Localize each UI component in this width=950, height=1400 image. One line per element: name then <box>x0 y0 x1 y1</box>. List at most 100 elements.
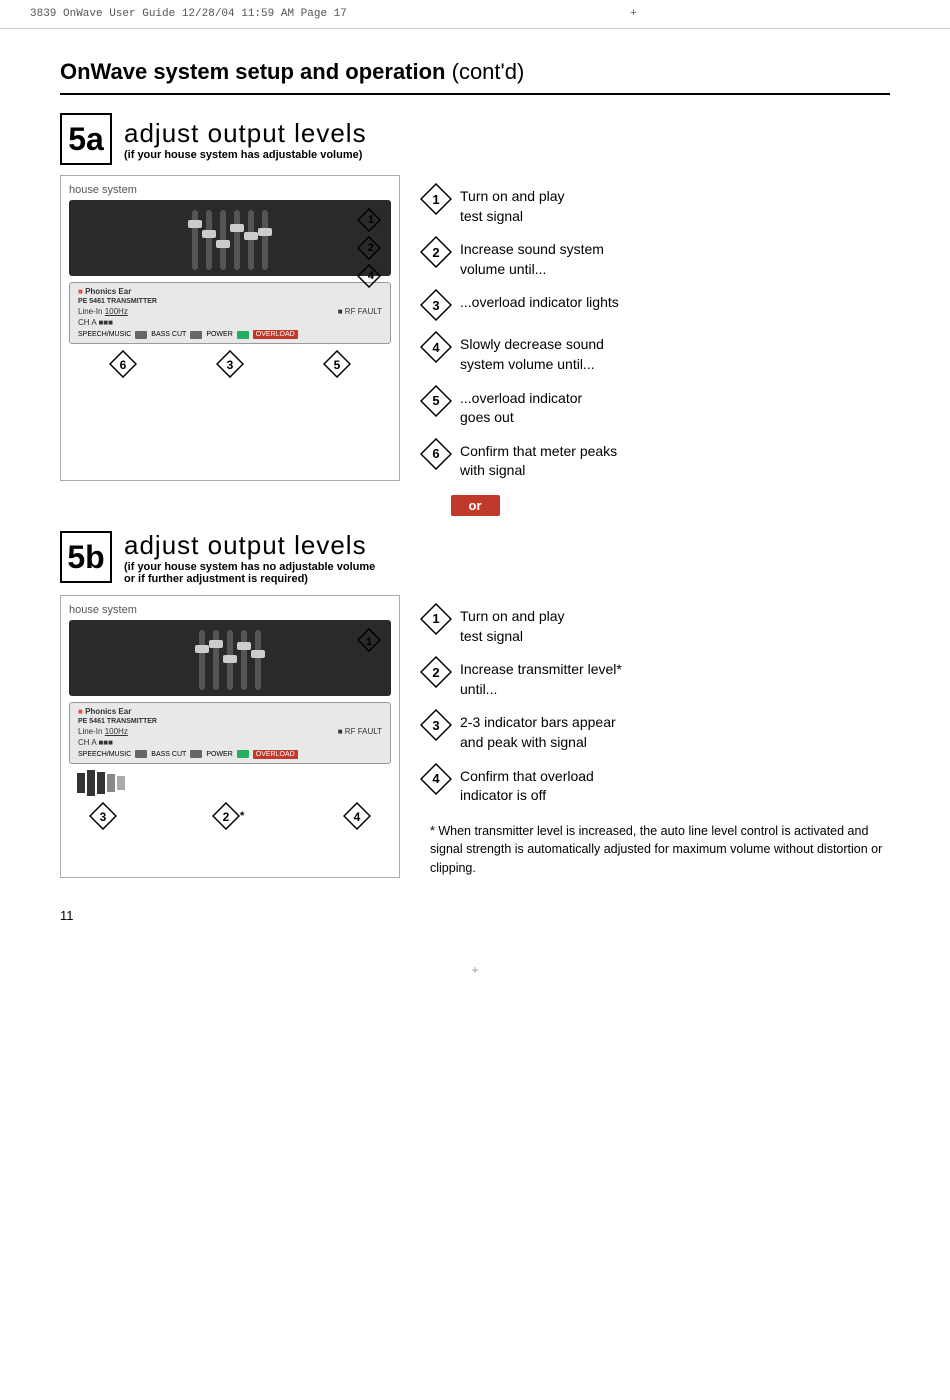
bar-5 <box>117 776 125 790</box>
step-5b-3-text: 2-3 indicator bars appearand peak with s… <box>460 709 616 752</box>
step-5b-1: 1 Turn on and playtest signal <box>420 603 890 646</box>
fader-6-knob <box>258 228 272 236</box>
step-5a-5-num: 5 <box>432 393 439 408</box>
device-info-5b: Line-In 100Hz ■ RF FAULT <box>78 727 382 736</box>
file-header: 3839 OnWave User Guide 12/28/04 11:59 AM… <box>0 0 950 29</box>
svg-text:2: 2 <box>223 810 230 824</box>
mixer-faders-5b <box>81 630 379 690</box>
section-5a-header: 5a adjust output levels (if your house s… <box>60 113 890 165</box>
diag-num-2: 2 <box>368 236 374 260</box>
device-speechmode-label: SPEECH/MUSIC <box>78 331 131 338</box>
section-5b-steps: 1 Turn on and playtest signal 2 Increase… <box>420 595 890 878</box>
diag-5b-step2-asterisk: 2 * <box>212 802 248 830</box>
fader-5b-5-track <box>255 630 261 690</box>
no-bold: no <box>263 561 276 573</box>
device-btn-sm-5b[interactable] <box>135 750 147 758</box>
step-5a-1-text: Turn on and playtest signal <box>460 183 565 226</box>
device-btn-power-5b[interactable] <box>237 750 249 758</box>
section-5a-steps: 1 Turn on and playtest signal 2 Increase… <box>420 175 890 481</box>
device-btn-sm[interactable] <box>135 331 147 339</box>
fader-5 <box>248 210 254 270</box>
device-cha: CH A ■■■ <box>78 318 382 327</box>
fader-5b-2-track <box>213 630 219 690</box>
device-ch: CH A ■■■ <box>78 318 113 327</box>
diagram-bottom-steps-5a: 6 3 5 <box>69 350 391 378</box>
step-5a-3-diamond: 3 <box>420 289 452 321</box>
svg-text:3: 3 <box>100 810 107 824</box>
step-5a-5-text: ...overload indicatorgoes out <box>460 385 582 428</box>
fader-5b-2-knob <box>209 640 223 648</box>
section-5a-title-block: adjust output levels (if your house syst… <box>124 118 367 161</box>
step-5a-2: 2 Increase sound systemvolume until... <box>420 236 890 279</box>
step-5a-3: 3 ...overload indicator lights <box>420 289 890 321</box>
section-5b-title-sub: (if your house system has no adjustable … <box>124 561 375 585</box>
device-linein-5b: Line-In 100Hz <box>78 727 128 736</box>
step-5b-2: 2 Increase transmitter level*until... <box>420 656 890 699</box>
device-controls-5a: SPEECH/MUSIC BASS CUT POWER OVERLOAD <box>78 330 382 339</box>
step-5a-6-num: 6 <box>432 446 439 461</box>
fader-1-knob <box>188 220 202 228</box>
bar-2 <box>87 770 95 796</box>
device-power-label: POWER <box>206 331 232 338</box>
section-5a-title-main: adjust output levels <box>124 118 367 149</box>
step-5a-4: 4 Slowly decrease soundsystem volume unt… <box>420 331 890 374</box>
fader-2 <box>206 210 212 270</box>
device-ch-5b: CH A ■■■ <box>78 738 113 747</box>
transmitter-5a: ■ Phonics Ear PE 5461 TRANSMITTER Line-I… <box>69 282 391 344</box>
bar-1 <box>77 773 85 793</box>
step-5b-4-num: 4 <box>432 771 439 786</box>
step-5a-4-diamond: 4 <box>420 331 452 363</box>
device-info-5a: Line-In 100Hz ■ RF FAULT <box>78 307 382 316</box>
fader-4-track <box>234 210 240 270</box>
fader-1 <box>192 210 198 270</box>
fader-1-track <box>192 210 198 270</box>
fader-6-track <box>262 210 268 270</box>
step-5a-6: 6 Confirm that meter peakswith signal <box>420 438 890 481</box>
section-5a-diagram: house system <box>60 175 400 481</box>
step-5b-3-num: 3 <box>432 718 439 733</box>
section-5a-diagram-label: house system <box>69 184 391 196</box>
step-5a-6-diamond: 6 <box>420 438 452 470</box>
device-rffault-5b: ■ RF FAULT <box>338 727 382 736</box>
step-5a-2-text: Increase sound systemvolume until... <box>460 236 604 279</box>
diag-num-1: 1 <box>368 208 374 232</box>
fader-5b-3-knob <box>223 655 237 663</box>
device-cha-5b: CH A ■■■ <box>78 738 382 747</box>
page-crosshair: + <box>630 8 637 20</box>
fader-5b-1-track <box>199 630 205 690</box>
step-5b-2-num: 2 <box>432 665 439 680</box>
svg-text:3: 3 <box>227 358 234 372</box>
overload-indicator-5b: OVERLOAD <box>253 750 298 759</box>
device-btn-power[interactable] <box>237 331 249 339</box>
step-5b-4: 4 Confirm that overloadindicator is off <box>420 763 890 806</box>
step-5b-1-num: 1 <box>432 611 439 626</box>
footnote-5b: * When transmitter level is increased, t… <box>420 822 890 878</box>
device-basscut-label: BASS CUT <box>151 331 186 338</box>
diag-bot-6: 6 <box>109 350 137 378</box>
device-btn-bc[interactable] <box>190 331 202 339</box>
page-title: OnWave system setup and operation (cont'… <box>60 59 890 95</box>
svg-text:6: 6 <box>119 358 126 372</box>
fader-5b-4-knob <box>237 642 251 650</box>
fader-5b-5 <box>255 630 261 690</box>
diagram-bottom-steps-5b: 3 2 * 4 <box>69 802 391 830</box>
overload-indicator-5a: OVERLOAD <box>253 330 298 339</box>
step-5b-3-diamond: 3 <box>420 709 452 741</box>
bar-4 <box>107 774 115 792</box>
device-btn-bc-5b[interactable] <box>190 750 202 758</box>
mixer-graphic-5a: 1 2 4 <box>69 200 391 276</box>
step-5b-1-diamond: 1 <box>420 603 452 635</box>
bottom-crosshair: + <box>0 963 950 985</box>
fader-5b-3-track <box>227 630 233 690</box>
fader-2-track <box>206 210 212 270</box>
diag-5b-bot-4: 4 <box>343 802 371 830</box>
mixer-faders-5a <box>81 210 379 270</box>
fader-5-track <box>248 210 254 270</box>
svg-text:4: 4 <box>354 810 361 824</box>
step-5b-4-diamond: 4 <box>420 763 452 795</box>
device-controls-5b: SPEECH/MUSIC BASS CUT POWER OVERLOAD <box>78 750 382 759</box>
fader-5b-4-track <box>241 630 247 690</box>
step-5a-3-num: 3 <box>432 298 439 313</box>
diag-bot-5: 5 <box>323 350 351 378</box>
device-basscut-label-5b: BASS CUT <box>151 751 186 758</box>
